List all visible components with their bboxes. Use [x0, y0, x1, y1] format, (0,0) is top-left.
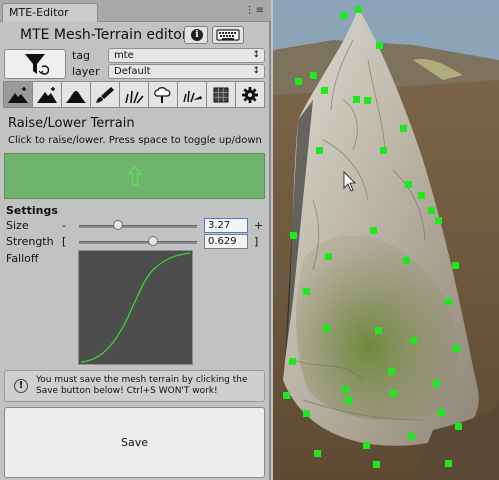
tool-trees[interactable]: [148, 81, 178, 108]
tool-title: Raise/Lower Terrain: [8, 116, 135, 131]
info-button[interactable]: i: [184, 26, 208, 44]
tool-smooth[interactable]: [61, 81, 91, 108]
tool-paint-height[interactable]: [32, 81, 62, 108]
strength-left-bracket: [: [62, 235, 67, 248]
falloff-label: Falloff: [6, 252, 39, 265]
tool-settings[interactable]: [235, 81, 265, 108]
strength-label: Strength: [6, 235, 54, 248]
grid-icon: [213, 87, 229, 102]
falloff-curve[interactable]: [78, 250, 193, 365]
tool-grass[interactable]: [119, 81, 149, 108]
size-label: Size: [6, 219, 29, 232]
save-warning: ! You must save the mesh terrain by clic…: [4, 370, 265, 402]
warning-icon: !: [14, 379, 28, 393]
mountain-plus-icon: [8, 86, 28, 103]
strength-right-bracket: ]: [254, 235, 259, 248]
tool-grass-detail[interactable]: [177, 81, 207, 108]
tool-texture-convert[interactable]: [206, 81, 236, 108]
funnel-refresh-icon: [25, 54, 50, 75]
tag-dropdown[interactable]: mte ↕: [108, 48, 265, 63]
tree-icon: [154, 86, 171, 103]
size-field[interactable]: 3.27: [204, 218, 248, 233]
tab-mte-editor[interactable]: MTE-Editor: [2, 3, 98, 22]
filter-button[interactable]: [4, 49, 66, 79]
mountain-icon: [66, 90, 86, 103]
strength-slider[interactable]: [79, 241, 197, 244]
settings-heading: Settings: [6, 204, 58, 217]
layer-dropdown-value: Default: [114, 66, 151, 77]
size-minus: -: [62, 219, 66, 232]
grass-detail-icon: [183, 90, 202, 102]
save-button[interactable]: Save: [4, 407, 265, 478]
grass-icon: [125, 90, 144, 104]
tab-menu-icon[interactable]: ⋮≡: [245, 4, 265, 18]
size-slider-thumb[interactable]: [112, 220, 123, 230]
strength-slider-thumb[interactable]: [148, 236, 159, 246]
tool-hint: Click to raise/lower. Press space to tog…: [8, 135, 262, 146]
keyboard-icon: [216, 29, 240, 41]
mountain-plus-icon: [37, 86, 57, 103]
dropdown-arrow-icon: ↕: [252, 66, 260, 76]
tag-label: tag: [72, 49, 91, 62]
tool-toolbar: [3, 81, 265, 108]
brush-preview: [4, 153, 265, 199]
save-warning-text: You must save the mesh terrain by clicki…: [36, 375, 248, 396]
size-slider[interactable]: [79, 225, 197, 228]
tool-raise-lower[interactable]: [3, 81, 33, 108]
tool-paint-texture[interactable]: [90, 81, 120, 108]
tag-dropdown-value: mte: [114, 50, 134, 61]
tab-bar: MTE-Editor ⋮≡: [0, 0, 271, 22]
scene-view[interactable]: [273, 0, 499, 480]
size-plus: +: [254, 219, 264, 232]
mte-editor-panel: MTE-Editor ⋮≡ MTE Mesh-Terrain editor i …: [0, 0, 271, 480]
gear-icon: [242, 86, 258, 103]
layer-dropdown[interactable]: Default ↕: [108, 64, 265, 79]
terrain-render: [273, 0, 499, 480]
info-icon: i: [191, 29, 203, 41]
falloff-curve-graph: [80, 252, 191, 363]
strength-field[interactable]: 0.629: [204, 234, 248, 249]
editor-title: MTE Mesh-Terrain editor: [20, 27, 188, 43]
keyboard-button[interactable]: [212, 26, 244, 44]
layer-label: layer: [72, 65, 100, 78]
dropdown-arrow-icon: ↕: [252, 50, 260, 60]
brush-icon: [96, 86, 114, 103]
up-arrow-icon: [128, 166, 142, 186]
